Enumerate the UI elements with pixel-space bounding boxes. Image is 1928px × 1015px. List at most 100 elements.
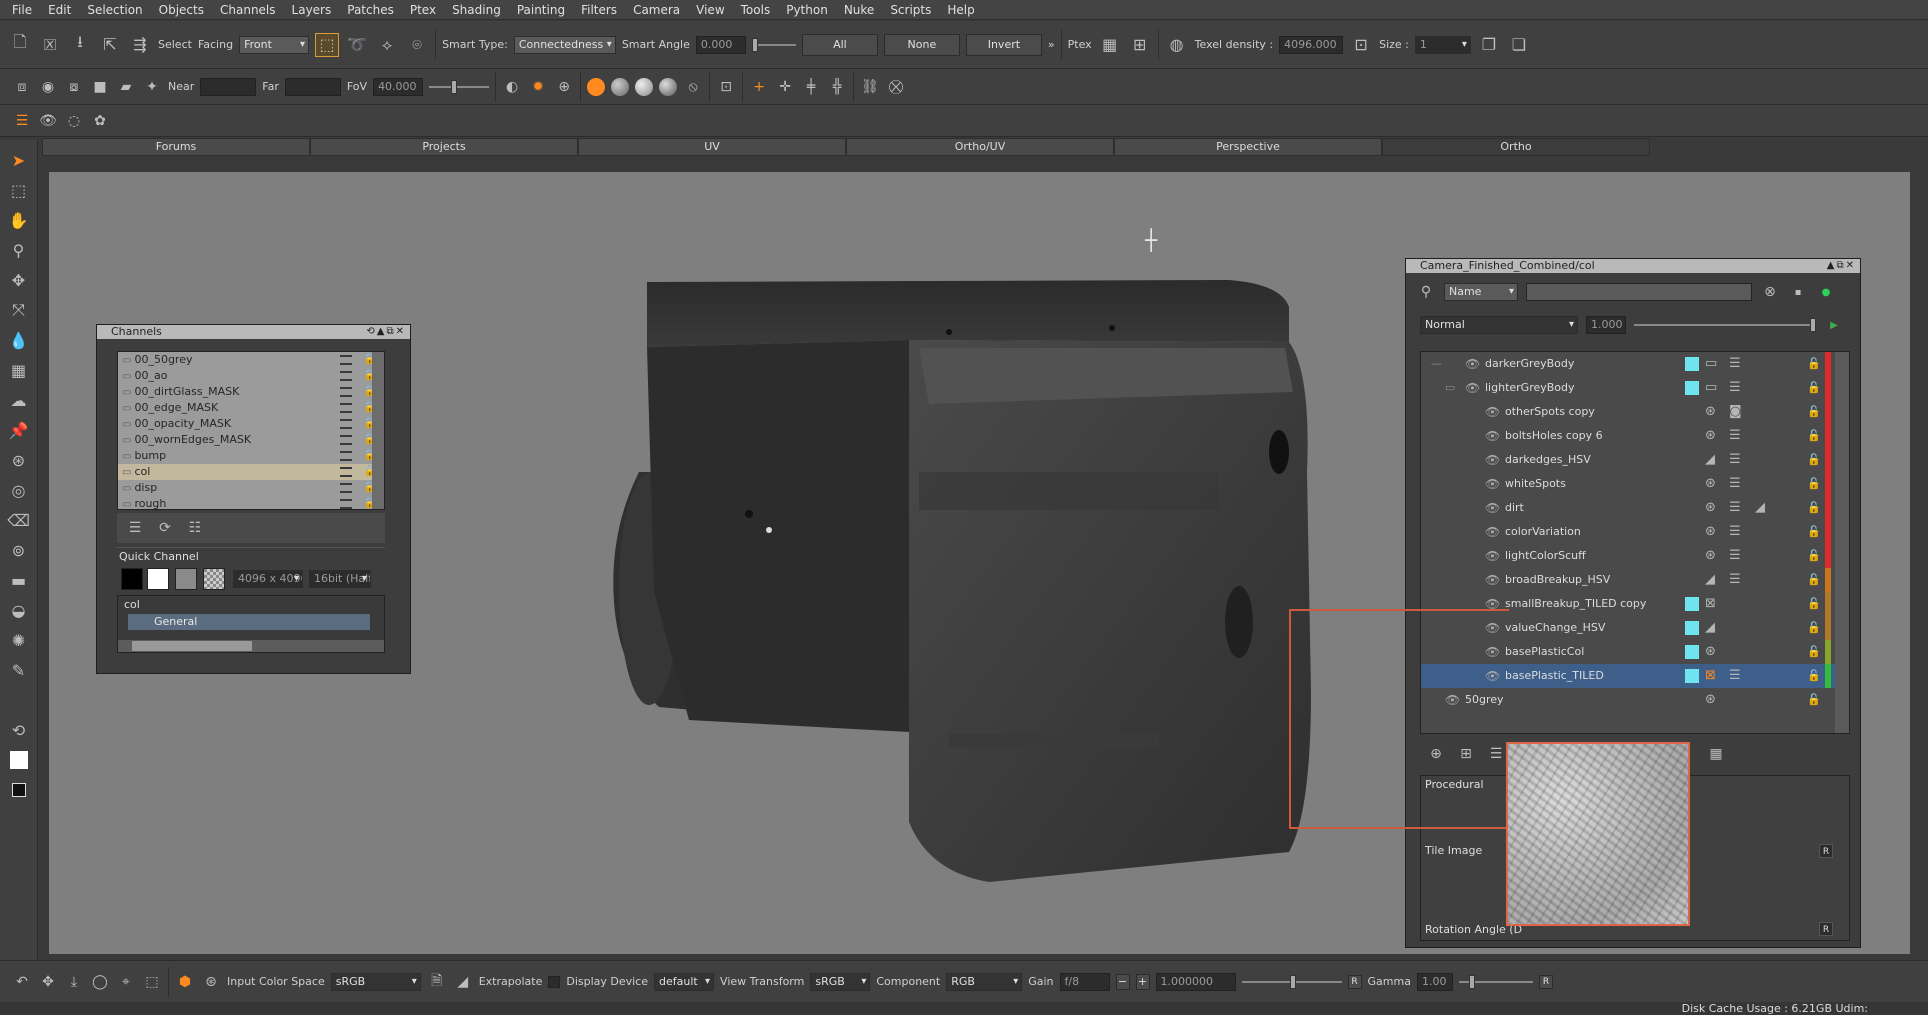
menu-selection[interactable]: Selection xyxy=(79,0,150,20)
tab-perspective[interactable]: Perspective xyxy=(1114,138,1382,156)
close-file-icon[interactable]: 🗵 xyxy=(38,33,62,57)
color-swatch[interactable] xyxy=(1685,597,1699,611)
layer-list-scrollbar[interactable] xyxy=(1835,352,1849,733)
tab-uv[interactable]: UV xyxy=(578,138,846,156)
channel-list-scrollbar[interactable] xyxy=(372,352,384,509)
gamma-reset-button[interactable]: R xyxy=(1538,974,1553,989)
menu-filters[interactable]: Filters xyxy=(573,0,625,20)
export-icon[interactable]: ⇱ xyxy=(98,33,122,57)
move-gizmo-icon[interactable]: ✥ xyxy=(38,972,58,992)
tab-ortho-uv[interactable]: Ortho/UV xyxy=(846,138,1114,156)
eye-icon[interactable]: 👁 xyxy=(1465,376,1480,400)
sponge-tool-icon[interactable]: ✺ xyxy=(6,628,32,652)
globe-icon[interactable]: ◍ xyxy=(1165,33,1189,57)
smart-angle-field[interactable]: 0.000 xyxy=(695,35,746,54)
color-swatch[interactable] xyxy=(1685,381,1699,395)
menu-tools[interactable]: Tools xyxy=(733,0,779,20)
grid-tool-icon[interactable]: ▦ xyxy=(6,358,32,382)
menu-file[interactable]: File xyxy=(4,0,40,20)
opacity-slider[interactable] xyxy=(1634,318,1816,332)
list-item[interactable]: ▭ 00_dirtGlass_MASK 🔓 xyxy=(118,384,384,400)
color-swatch[interactable] xyxy=(1685,621,1699,635)
white-swatch[interactable] xyxy=(147,568,169,590)
tile-image-reset-button[interactable]: R xyxy=(1819,844,1833,858)
shaders-palette-icon[interactable]: ✿ xyxy=(90,111,110,131)
list-item[interactable]: ▭ 00_edge_MASK 🔓 xyxy=(118,400,384,416)
lock-icon[interactable]: 🔓 xyxy=(1807,448,1821,472)
grid-lines-icon[interactable]: ╪ xyxy=(801,77,821,97)
rotate-gizmo-icon[interactable]: ◯ xyxy=(90,972,110,992)
list-item[interactable]: ▭ rough 🔓 xyxy=(118,496,384,512)
channel-properties-scrollbar[interactable] xyxy=(118,640,384,652)
lock-icon[interactable]: 🔓 xyxy=(1807,640,1821,664)
visibility-palette-icon[interactable]: 👁 xyxy=(38,111,58,131)
transparent-swatch[interactable] xyxy=(203,568,225,590)
lut-icon[interactable]: ⊛ xyxy=(201,972,221,992)
extrapolate-icon[interactable]: ◢ xyxy=(453,972,473,992)
grid-center-icon[interactable]: + xyxy=(749,77,769,97)
add-channel-icon[interactable]: ☰ xyxy=(125,518,145,538)
pan-hand-icon[interactable]: ✋ xyxy=(6,208,32,232)
lock-icon[interactable]: 🔓 xyxy=(1807,688,1821,712)
shader-full-icon[interactable] xyxy=(587,77,606,96)
light-setup-icon[interactable]: ⊕ xyxy=(554,77,574,97)
marquee-tool-icon[interactable]: ⬚ xyxy=(6,178,32,202)
layer-row[interactable]: 👁 colorVariation ⊛ ☰ 🔓 xyxy=(1421,520,1849,544)
color-swatch[interactable] xyxy=(1685,669,1699,683)
display-device-select[interactable]: default xyxy=(654,972,715,991)
list-item[interactable]: ▭ disp 🔓 xyxy=(118,480,384,496)
layer-row[interactable]: — 👁 darkerGreyBody ▭ ☰ 🔓 xyxy=(1421,352,1849,376)
filter-toggle-icon[interactable]: ▪ xyxy=(1788,282,1808,302)
camera-clip-icon[interactable]: ✦ xyxy=(142,77,162,97)
menu-edit[interactable]: Edit xyxy=(40,0,79,20)
smart-type-select[interactable]: Connectedness xyxy=(513,35,616,54)
ptex-resize-icon[interactable]: ⊞ xyxy=(1128,33,1152,57)
polygon-lasso-icon[interactable]: ⟡ xyxy=(375,33,399,57)
lock-icon[interactable]: 🔓 xyxy=(1807,376,1821,400)
select-none-button[interactable]: None xyxy=(883,33,960,56)
clear-search-icon[interactable]: ⊗ xyxy=(1760,282,1780,302)
menu-painting[interactable]: Painting xyxy=(509,0,573,20)
move-tool-icon[interactable]: ✥ xyxy=(6,268,32,292)
zoom-tool-icon[interactable]: ⚲ xyxy=(6,238,32,262)
eye-icon[interactable]: 👁 xyxy=(1465,352,1480,376)
tab-ortho[interactable]: Ortho xyxy=(1382,138,1650,156)
list-item[interactable]: ▭ 00_50grey 🔓 xyxy=(118,352,384,368)
menu-ptex[interactable]: Ptex xyxy=(402,0,444,20)
eye-icon[interactable]: 👁 xyxy=(1485,544,1500,568)
channels-title-bar[interactable]: Channels ⟲▲⧉✕ xyxy=(97,325,410,339)
eye-icon[interactable]: 👁 xyxy=(1485,496,1500,520)
tab-forums[interactable]: Forums xyxy=(42,138,310,156)
menu-nuke[interactable]: Nuke xyxy=(836,0,883,20)
color-swatch[interactable] xyxy=(1685,357,1699,371)
hidden-palette-icon[interactable]: ◌ xyxy=(64,111,84,131)
layer-row[interactable]: 👁 whiteSpots ⊛ ☰ 🔓 xyxy=(1421,472,1849,496)
gamma-slider[interactable] xyxy=(1458,974,1533,989)
lock-icon[interactable]: 🔓 xyxy=(1807,592,1821,616)
snapshot-icon[interactable]: ⊡ xyxy=(716,77,736,97)
blur-tool-icon[interactable]: ◎ xyxy=(6,478,32,502)
bit-depth-select[interactable]: 16bit (Half) xyxy=(309,570,371,588)
size-select[interactable]: 1 xyxy=(1414,35,1471,54)
filter-field-select[interactable]: Name xyxy=(1444,283,1518,301)
gain-stop-field[interactable]: f/8 xyxy=(1059,972,1110,991)
layer-row[interactable]: 👁 darkedges_HSV ◢ ☰ 🔓 xyxy=(1421,448,1849,472)
size-icon[interactable]: ⊡ xyxy=(1349,33,1373,57)
refresh-channel-icon[interactable]: ⟳ xyxy=(155,518,175,538)
link-icon[interactable]: ⛓ xyxy=(860,77,880,97)
menu-patches[interactable]: Patches xyxy=(339,0,402,20)
menu-shading[interactable]: Shading xyxy=(444,0,509,20)
gradient-tool-icon[interactable]: ▬ xyxy=(6,568,32,592)
menu-channels[interactable]: Channels xyxy=(212,0,284,20)
cube-icon[interactable]: ⧈ xyxy=(12,77,32,97)
lock-icon[interactable]: 🔓 xyxy=(1807,544,1821,568)
share-icon[interactable]: ⇶ xyxy=(128,33,152,57)
lock-icon[interactable]: 🔓 xyxy=(1807,352,1821,376)
resolution-select[interactable]: 4096 x 4096 xyxy=(233,570,303,588)
eye-icon[interactable]: 👁 xyxy=(1485,472,1500,496)
facing-select[interactable]: Front xyxy=(239,35,310,54)
grey-swatch[interactable] xyxy=(175,568,197,590)
input-color-space-select[interactable]: sRGB xyxy=(330,972,421,991)
menu-view[interactable]: View xyxy=(688,0,732,20)
flat-cube-icon[interactable]: ▰ xyxy=(116,77,136,97)
